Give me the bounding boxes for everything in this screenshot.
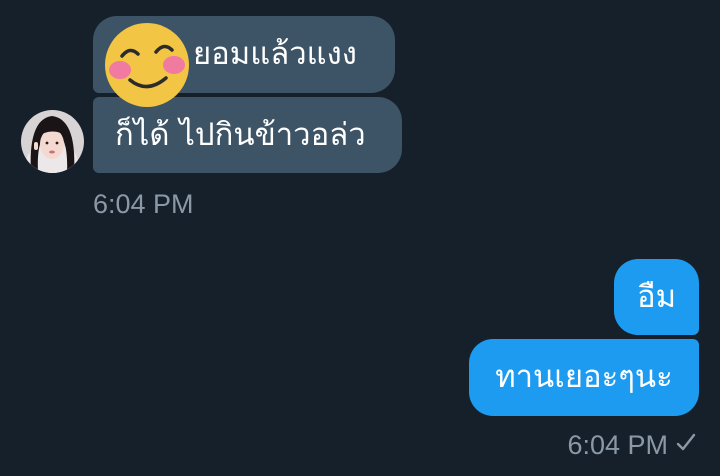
message-text: ยอมแล้วแงง — [193, 36, 357, 72]
sent-timestamp: 6:04 PM — [567, 430, 668, 460]
message-text: ก็ได้ ไปกินข้าวอล่ว — [115, 116, 366, 153]
contact-avatar[interactable] — [21, 110, 84, 173]
checkmark-icon — [675, 430, 697, 456]
received-timestamp: 6:04 PM — [93, 189, 194, 219]
smiling-blush-emoji-icon — [102, 22, 192, 108]
message-text: อืม — [636, 278, 677, 315]
received-message-bubble[interactable]: ก็ได้ ไปกินข้าวอล่ว — [93, 97, 402, 173]
conversation-thread: ยอมแล้วแงง ก็ได้ ไปกินข้าวอล่ว 6:04 PM อ… — [0, 0, 720, 476]
message-text: ทานเยอะๆนะ — [495, 359, 673, 395]
sent-message-bubble[interactable]: อืม — [614, 259, 699, 335]
sent-message-bubble[interactable]: ทานเยอะๆนะ — [469, 339, 699, 416]
